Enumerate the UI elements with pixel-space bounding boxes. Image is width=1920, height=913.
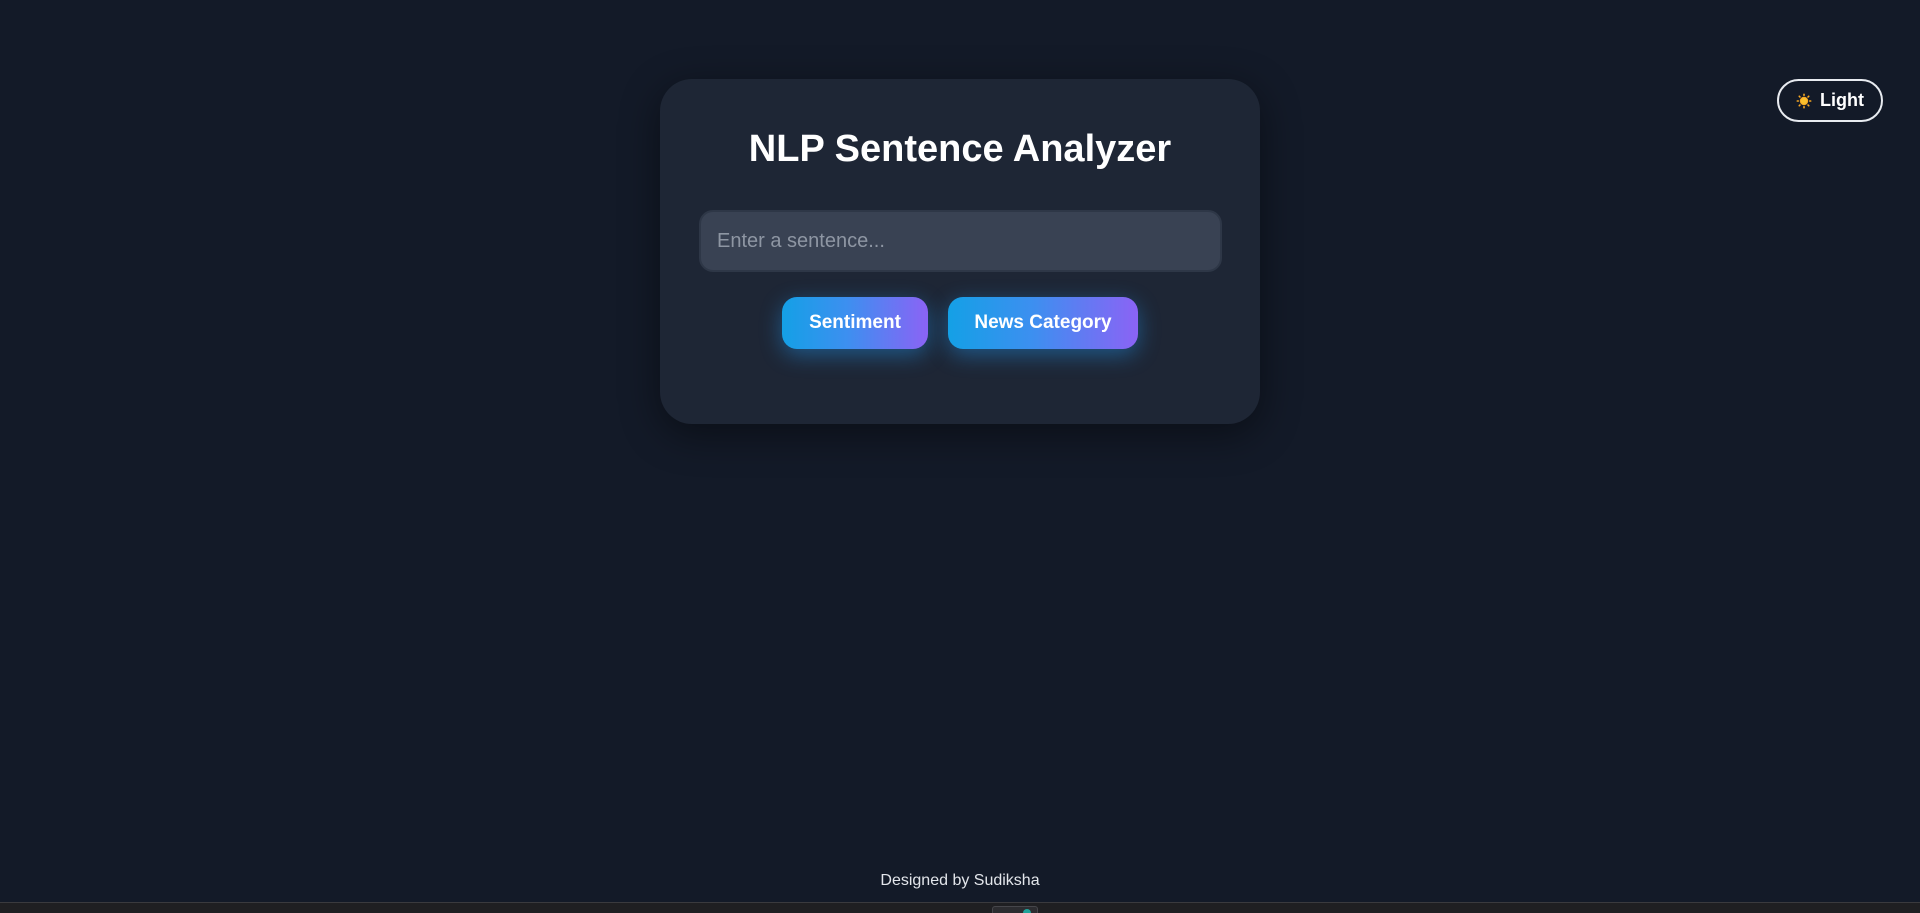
sun-icon — [1796, 93, 1812, 109]
footer-credit: Designed by Sudiksha — [880, 872, 1040, 889]
theme-toggle-label: Light — [1820, 90, 1864, 110]
bottom-bar-tab[interactable] — [992, 906, 1038, 913]
news-category-button[interactable]: News Category — [948, 297, 1138, 349]
bottom-bar — [0, 902, 1920, 913]
page: Light NLP Sentence Analyzer Sentiment Ne… — [0, 0, 1920, 913]
theme-toggle-button[interactable]: Light — [1777, 79, 1883, 122]
page-title: NLP Sentence Analyzer — [748, 128, 1172, 170]
status-dot-icon — [1023, 909, 1031, 913]
analyzer-card: NLP Sentence Analyzer Sentiment News Cat… — [660, 79, 1260, 424]
sentence-input[interactable] — [699, 210, 1222, 272]
sentiment-button[interactable]: Sentiment — [782, 297, 928, 349]
